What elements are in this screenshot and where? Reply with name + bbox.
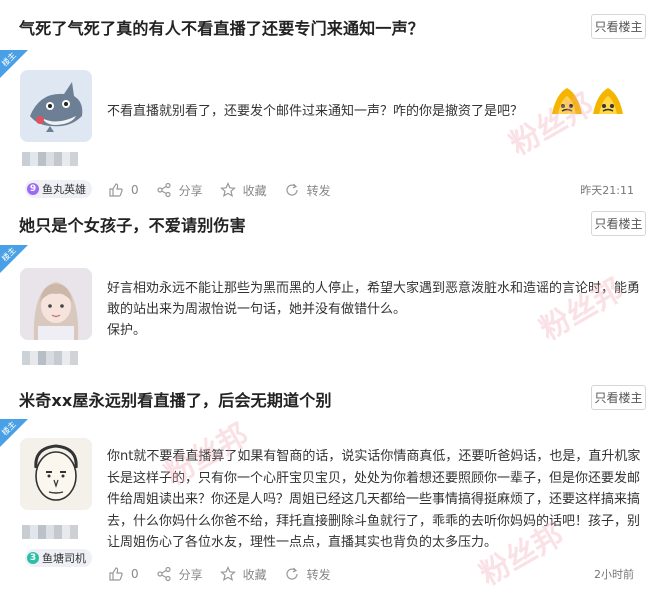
only-op-button[interactable]: 只看楼主 <box>591 385 646 410</box>
star-icon <box>219 182 236 198</box>
doge-fire-emoji-icon <box>593 88 623 114</box>
badge-level: 3 <box>27 552 39 564</box>
doge-fire-emoji-icon <box>552 88 582 114</box>
share-icon <box>157 182 171 198</box>
like-button[interactable]: 0 <box>108 182 139 198</box>
repost-button[interactable]: 转发 <box>284 566 331 583</box>
post-body: 好言相劝永远不能让那些为黑而黑的人停止，希望大家遇到恶意泼脏水和造谣的言论时，能… <box>107 281 641 338</box>
action-bar: 0 分享 收藏 转发 2小时前 <box>108 564 650 584</box>
post-body: 你nt就不要看直播算了如果有智商的话，说实话你情商真低，还要听爸妈话，也是，直升… <box>107 449 641 550</box>
thumbs-up-icon <box>109 183 123 197</box>
post-2: 她只是个女孩子，不爱请别伤害 只看楼主 楼主 好言相劝永远不能让那些为黑而黑的人… <box>0 200 650 375</box>
girl-avatar-icon <box>20 268 92 340</box>
post-3: 米奇xx屋永远别看直播了，后会无期道个别 只看楼主 楼主 你nt就不要看直播算了… <box>0 375 650 591</box>
username-blurred[interactable] <box>22 351 78 365</box>
share-button[interactable]: 分享 <box>156 182 203 199</box>
avatar[interactable] <box>20 268 92 340</box>
avatar[interactable] <box>20 70 92 142</box>
avatar[interactable] <box>20 438 92 510</box>
repost-icon <box>286 183 298 196</box>
username-blurred[interactable] <box>22 152 78 166</box>
username-blurred[interactable] <box>22 525 78 539</box>
badge-level: 9 <box>27 183 39 195</box>
thumbs-up-icon <box>109 567 123 581</box>
only-op-button[interactable]: 只看楼主 <box>591 14 646 39</box>
fan-badge[interactable]: 3 鱼塘司机 <box>25 549 92 567</box>
post-title[interactable]: 她只是个女孩子，不爱请别伤害 <box>19 212 246 236</box>
post-time: 2小时前 <box>594 568 634 581</box>
post-title[interactable]: 气死了气死了真的有人不看直播了还要专门来通知一声？ <box>19 15 424 39</box>
action-bar: 0 分享 收藏 转发 昨天21:11 <box>108 180 650 200</box>
repost-button[interactable]: 转发 <box>284 182 331 199</box>
favorite-button[interactable]: 收藏 <box>219 566 267 583</box>
only-op-button[interactable]: 只看楼主 <box>591 211 646 236</box>
post-1: 气死了气死了真的有人不看直播了还要专门来通知一声？ 只看楼主 楼主 不看直播就别… <box>0 0 650 200</box>
post-title[interactable]: 米奇xx屋永远别看直播了，后会无期道个别 <box>19 387 332 411</box>
sketch-face-avatar-icon <box>20 438 92 510</box>
share-icon <box>157 566 171 582</box>
fan-badge[interactable]: 9 鱼丸英雄 <box>25 180 92 198</box>
badge-name: 鱼塘司机 <box>42 552 86 565</box>
post-time: 昨天21:11 <box>580 184 634 197</box>
star-icon <box>219 566 236 582</box>
badge-name: 鱼丸英雄 <box>42 183 86 196</box>
repost-icon <box>286 567 298 580</box>
share-button[interactable]: 分享 <box>156 566 203 583</box>
favorite-button[interactable]: 收藏 <box>219 182 267 199</box>
shark-avatar-icon <box>20 70 92 142</box>
like-button[interactable]: 0 <box>108 566 139 582</box>
